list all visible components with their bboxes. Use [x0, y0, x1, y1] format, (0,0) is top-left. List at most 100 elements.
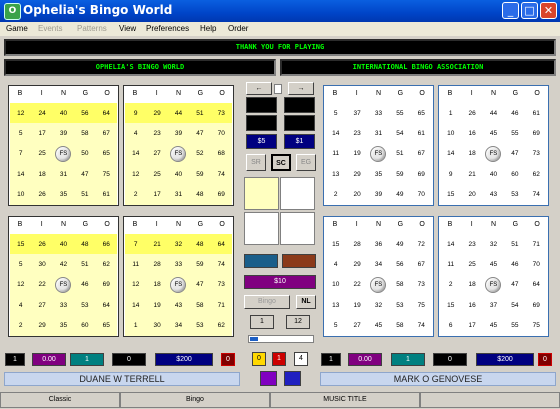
- card-cell[interactable]: 49: [389, 185, 410, 205]
- card-cell[interactable]: 69: [526, 295, 547, 315]
- card-cell[interactable]: 44: [483, 103, 504, 123]
- card-cell[interactable]: 71: [210, 295, 232, 316]
- card-cell[interactable]: 55: [389, 103, 410, 123]
- card-cell[interactable]: 23: [346, 123, 367, 143]
- card-cell[interactable]: 36: [368, 234, 389, 254]
- card-cell[interactable]: 4: [10, 295, 32, 316]
- card-cell[interactable]: 21: [146, 234, 168, 255]
- card-cell[interactable]: 48: [189, 184, 211, 205]
- card-cell[interactable]: 13: [325, 295, 346, 315]
- card-cell[interactable]: 14: [10, 164, 32, 185]
- card-cell[interactable]: 75: [95, 164, 117, 185]
- bingo-card-6[interactable]: B I N G O 7 21 32 48 64 11 28 33 59 74 12 18 FS 47 73 14 19 43…: [123, 216, 234, 337]
- card-cell[interactable]: 32: [483, 234, 504, 254]
- card-cell[interactable]: 12: [125, 164, 147, 185]
- card-cell[interactable]: 31: [167, 184, 190, 205]
- card-cell[interactable]: 15: [325, 234, 346, 254]
- card-cell[interactable]: 20: [346, 185, 367, 205]
- card-cell[interactable]: 62: [95, 254, 117, 275]
- free-space-cell[interactable]: FS: [483, 144, 504, 164]
- card-cell[interactable]: 46: [504, 254, 525, 274]
- card-cell[interactable]: 65: [411, 103, 432, 123]
- card-cell[interactable]: 37: [483, 295, 504, 315]
- free-space-cell[interactable]: FS: [167, 143, 190, 165]
- pattern-preview-1[interactable]: [244, 177, 279, 210]
- card-cell[interactable]: 18: [461, 144, 482, 164]
- card-cell[interactable]: 43: [167, 295, 190, 316]
- card-cell[interactable]: 10: [325, 275, 346, 295]
- card-cell[interactable]: 26: [461, 103, 482, 123]
- card-cell[interactable]: 74: [210, 254, 232, 275]
- card-cell[interactable]: 61: [411, 123, 432, 143]
- card-cell[interactable]: 47: [189, 274, 211, 296]
- card-cell[interactable]: 49: [389, 234, 410, 254]
- card-cell[interactable]: 27: [346, 316, 367, 336]
- blue-swatch[interactable]: [284, 371, 301, 386]
- card-cell[interactable]: 66: [95, 234, 117, 255]
- card-cell[interactable]: 12: [10, 274, 32, 296]
- free-space-cell[interactable]: FS: [52, 274, 75, 296]
- free-space-cell[interactable]: FS: [368, 144, 389, 164]
- card-cell[interactable]: 53: [189, 315, 211, 336]
- card-cell[interactable]: 48: [74, 234, 96, 255]
- card-cell[interactable]: 73: [210, 103, 232, 124]
- card-cell[interactable]: 9: [440, 164, 461, 184]
- card-cell[interactable]: 68: [210, 143, 232, 165]
- card-cell[interactable]: 53: [504, 185, 525, 205]
- card-cell[interactable]: 23: [146, 123, 168, 144]
- card-cell[interactable]: 31: [368, 123, 389, 143]
- card-cell[interactable]: 64: [95, 103, 117, 124]
- card-cell[interactable]: 33: [167, 254, 190, 275]
- card-cell[interactable]: 58: [74, 123, 96, 144]
- range-end[interactable]: 12: [286, 315, 310, 329]
- card-cell[interactable]: 7: [10, 143, 32, 165]
- card-cell[interactable]: 14: [325, 123, 346, 143]
- sr-button[interactable]: SR: [246, 154, 266, 171]
- card-cell[interactable]: 33: [52, 295, 75, 316]
- color-swatch-blue[interactable]: [244, 254, 278, 268]
- card-cell[interactable]: 20: [461, 185, 482, 205]
- card-cell[interactable]: 35: [52, 315, 75, 336]
- card-cell[interactable]: 69: [210, 184, 232, 205]
- card-cell[interactable]: 65: [95, 315, 117, 336]
- card-cell[interactable]: 62: [526, 164, 547, 184]
- card-cell[interactable]: 31: [52, 164, 75, 185]
- card-cell[interactable]: 17: [31, 123, 53, 144]
- card-cell[interactable]: 69: [411, 164, 432, 184]
- card-cell[interactable]: 2: [125, 184, 147, 205]
- card-cell[interactable]: 35: [52, 184, 75, 205]
- card-cell[interactable]: 64: [210, 234, 232, 255]
- card-cell[interactable]: 13: [325, 164, 346, 184]
- card-cell[interactable]: 45: [483, 123, 504, 143]
- card-cell[interactable]: 12: [10, 103, 32, 124]
- card-cell[interactable]: 54: [504, 295, 525, 315]
- maximize-button[interactable]: □: [521, 2, 538, 19]
- card-cell[interactable]: 72: [411, 234, 432, 254]
- card-cell[interactable]: 25: [461, 254, 482, 274]
- card-cell[interactable]: 42: [52, 254, 75, 275]
- card-cell[interactable]: 69: [526, 123, 547, 143]
- card-cell[interactable]: 47: [189, 123, 211, 144]
- card-cell[interactable]: 58: [189, 295, 211, 316]
- card-cell[interactable]: 7: [125, 234, 147, 255]
- card-cell[interactable]: 18: [146, 274, 168, 296]
- card-cell[interactable]: 16: [461, 295, 482, 315]
- card-cell[interactable]: 12: [125, 274, 147, 296]
- card-cell[interactable]: 67: [411, 254, 432, 274]
- card-cell[interactable]: 2: [440, 275, 461, 295]
- card-cell[interactable]: 19: [146, 295, 168, 316]
- card-cell[interactable]: 2: [10, 315, 32, 336]
- card-cell[interactable]: 39: [167, 123, 190, 144]
- card-cell[interactable]: 22: [346, 275, 367, 295]
- card-cell[interactable]: 35: [368, 164, 389, 184]
- card-cell[interactable]: 70: [526, 254, 547, 274]
- card-cell[interactable]: 75: [526, 316, 547, 336]
- card-cell[interactable]: 27: [146, 143, 168, 165]
- card-cell[interactable]: 70: [411, 185, 432, 205]
- card-cell[interactable]: 6: [440, 316, 461, 336]
- free-space-cell[interactable]: FS: [167, 274, 190, 296]
- card-cell[interactable]: 54: [389, 123, 410, 143]
- pattern-preview-4[interactable]: [280, 212, 315, 245]
- card-cell[interactable]: 25: [31, 143, 53, 165]
- menu-order[interactable]: Order: [228, 24, 248, 33]
